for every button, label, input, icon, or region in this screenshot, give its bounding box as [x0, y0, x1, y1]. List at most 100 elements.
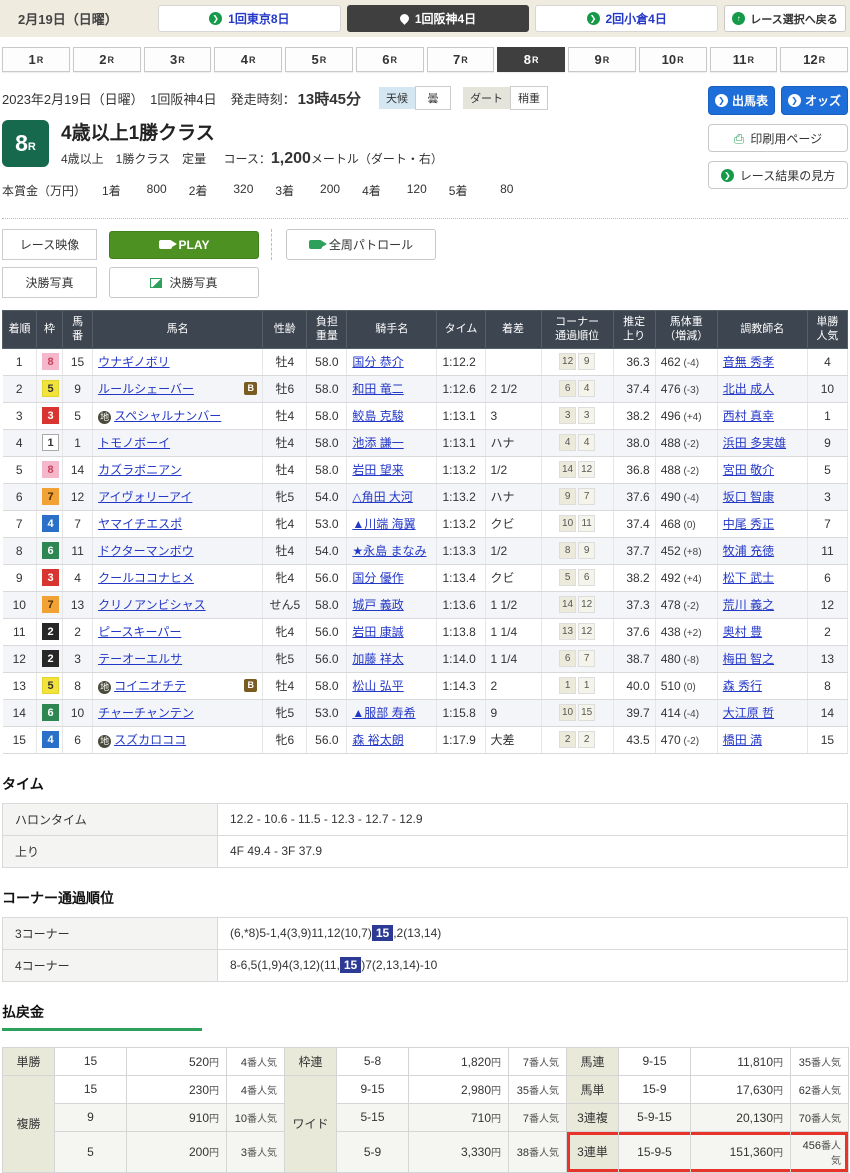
patrol-video-button[interactable]: 全周パトロール	[286, 229, 436, 260]
odds-button[interactable]: ❯ オッズ	[781, 86, 848, 115]
prize-item: 5着80	[449, 182, 514, 199]
jockey-name-link[interactable]: 鮫島 克駿	[352, 409, 403, 423]
finish-position: 7	[3, 510, 37, 537]
win-popularity: 10	[807, 375, 847, 402]
horse-name-link[interactable]: スペシャルナンバー	[114, 409, 221, 423]
jockey-name-link[interactable]: 加藤 祥太	[352, 652, 403, 666]
trainer-name-link[interactable]: 牧浦 充徳	[723, 544, 774, 558]
horse-name-link[interactable]: アイヴォリーアイ	[98, 490, 192, 504]
weather-label: 天候	[379, 87, 415, 109]
corner4-position: 9	[578, 542, 595, 559]
trainer-name-link[interactable]: 音無 秀孝	[723, 355, 774, 369]
trainer-name-link[interactable]: 松下 武士	[723, 571, 774, 585]
trainer-name-link[interactable]: 坂口 智康	[723, 490, 774, 504]
payout-section-heading: 払戻金	[2, 1002, 848, 1022]
prize-amount: 200	[308, 182, 340, 199]
finish-position: 2	[3, 375, 37, 402]
finish-photo-button[interactable]: 決勝写真	[109, 267, 259, 298]
jockey-name-link[interactable]: 岩田 望来	[352, 463, 403, 477]
meeting-tab[interactable]: ❯2回小倉4日	[535, 5, 718, 32]
trainer-name-link[interactable]: 大江原 哲	[723, 706, 774, 720]
horse-name-link[interactable]: ヤマイチエスポ	[98, 517, 182, 531]
meeting-tab[interactable]: ❯1回東京8日	[158, 5, 341, 32]
jockey-name-link[interactable]: 森 裕太朗	[352, 733, 403, 747]
horse-name-link[interactable]: ウナギノボリ	[98, 355, 170, 369]
race-tab-8r[interactable]: 8R	[497, 47, 565, 72]
race-number: 8	[15, 130, 28, 157]
estimated-last3f: 38.0	[613, 429, 655, 456]
frame-cell: 1	[37, 429, 63, 456]
race-tab-2r[interactable]: 2R	[73, 47, 141, 72]
trainer-name-link[interactable]: 浜田 多実雄	[723, 436, 786, 450]
trainer-name-link[interactable]: 奥村 豊	[723, 625, 762, 639]
race-tab-6r[interactable]: 6R	[356, 47, 424, 72]
jockey-name-link[interactable]: △角田 大河	[352, 490, 413, 504]
jockey-name-link[interactable]: 和田 竜二	[352, 382, 403, 396]
race-tab-10r[interactable]: 10R	[639, 47, 707, 72]
race-tab-12r[interactable]: 12R	[780, 47, 848, 72]
jockey-cell: 和田 竜二	[347, 375, 437, 402]
horse-name-cell: ピースキーパー	[93, 618, 263, 645]
horse-weight-diff: (-2)	[681, 601, 699, 612]
trainer-name-link[interactable]: 橋田 満	[723, 733, 762, 747]
jockey-name-link[interactable]: 岩田 康誠	[352, 625, 403, 639]
meeting-tab-label: 1回東京8日	[228, 10, 289, 27]
race-tab-9r[interactable]: 9R	[568, 47, 636, 72]
finish-photo-button-label: 決勝写真	[169, 274, 217, 291]
horse-name-link[interactable]: クールココナヒメ	[98, 571, 194, 585]
win-popularity: 13	[807, 645, 847, 672]
trainer-name-link[interactable]: 梅田 智之	[723, 652, 774, 666]
estimated-last3f: 37.4	[613, 510, 655, 537]
race-tab-1r[interactable]: 1R	[2, 47, 70, 72]
horse-weight: 452 (+8)	[655, 537, 717, 564]
race-tab-number: 5	[312, 52, 319, 67]
horse-name-link[interactable]: カズラボニアン	[98, 463, 182, 477]
corner-section-heading: コーナー通過順位	[2, 888, 848, 908]
meeting-tab-label: 1回阪神4日	[415, 10, 476, 27]
horse-name-cell: クリノアンビシャス	[93, 591, 263, 618]
horse-name-link[interactable]: トモノボーイ	[98, 436, 170, 450]
horse-name-link[interactable]: スズカロココ	[114, 733, 186, 747]
race-tab-11r[interactable]: 11R	[710, 47, 778, 72]
trainer-name-link[interactable]: 中尾 秀正	[723, 517, 774, 531]
horse-name-link[interactable]: コイニオチテ	[114, 679, 186, 693]
horse-name-link[interactable]: チャーチャンテン	[98, 706, 194, 720]
bet-type-label: 馬連	[567, 1047, 619, 1075]
trainer-name-link[interactable]: 森 秀行	[723, 679, 762, 693]
race-tab-4r[interactable]: 4R	[214, 47, 282, 72]
horse-name-link[interactable]: テーオーエルサ	[98, 652, 182, 666]
trainer-name-link[interactable]: 西村 真幸	[723, 409, 774, 423]
jockey-name-link[interactable]: ★永島 まなみ	[352, 544, 426, 558]
corner4-position: 6	[578, 569, 595, 586]
horse-name-link[interactable]: クリノアンビシャス	[98, 598, 206, 612]
jockey-name-link[interactable]: 国分 優作	[352, 571, 403, 585]
trainer-name-link[interactable]: 宮田 敬介	[723, 463, 774, 477]
win-popularity: 15	[807, 726, 847, 753]
jockey-name-link[interactable]: 池添 謙一	[352, 436, 403, 450]
race-tab-number: 8	[524, 52, 531, 67]
horse-weight-diff: (+8)	[681, 547, 702, 558]
print-page-button[interactable]: ⎙ 印刷用ページ	[708, 124, 848, 152]
jockey-name-link[interactable]: 城戸 義政	[352, 598, 403, 612]
jockey-name-link[interactable]: 国分 恭介	[352, 355, 403, 369]
frame-number-badge: 3	[42, 569, 59, 586]
race-tab-7r[interactable]: 7R	[427, 47, 495, 72]
meeting-tab[interactable]: 1回阪神4日	[347, 5, 530, 32]
jockey-name-link[interactable]: ▲川端 海翼	[352, 517, 415, 531]
winner-number-highlight: 15	[372, 925, 393, 941]
results-guide-button[interactable]: ❯ レース結果の見方	[708, 161, 848, 189]
horse-name-link[interactable]: ピースキーパー	[98, 625, 181, 639]
race-tab-5r[interactable]: 5R	[285, 47, 353, 72]
horse-name-link[interactable]: ドクターマンボウ	[98, 544, 194, 558]
current-date: 2月19日（日曜）	[4, 9, 152, 28]
entry-table-button[interactable]: ❯ 出馬表	[708, 86, 775, 115]
back-to-race-select-button[interactable]: ↑ レース選択へ戻る	[724, 5, 846, 32]
race-tab-3r[interactable]: 3R	[144, 47, 212, 72]
jockey-name-link[interactable]: ▲服部 寿希	[352, 706, 415, 720]
finish-time: 1:15.8	[437, 699, 485, 726]
trainer-name-link[interactable]: 北出 成人	[723, 382, 774, 396]
trainer-name-link[interactable]: 荒川 義之	[723, 598, 774, 612]
horse-name-link[interactable]: ルールシェーバー	[98, 382, 194, 396]
jockey-name-link[interactable]: 松山 弘平	[352, 679, 403, 693]
play-race-video-button[interactable]: PLAY	[109, 231, 259, 259]
